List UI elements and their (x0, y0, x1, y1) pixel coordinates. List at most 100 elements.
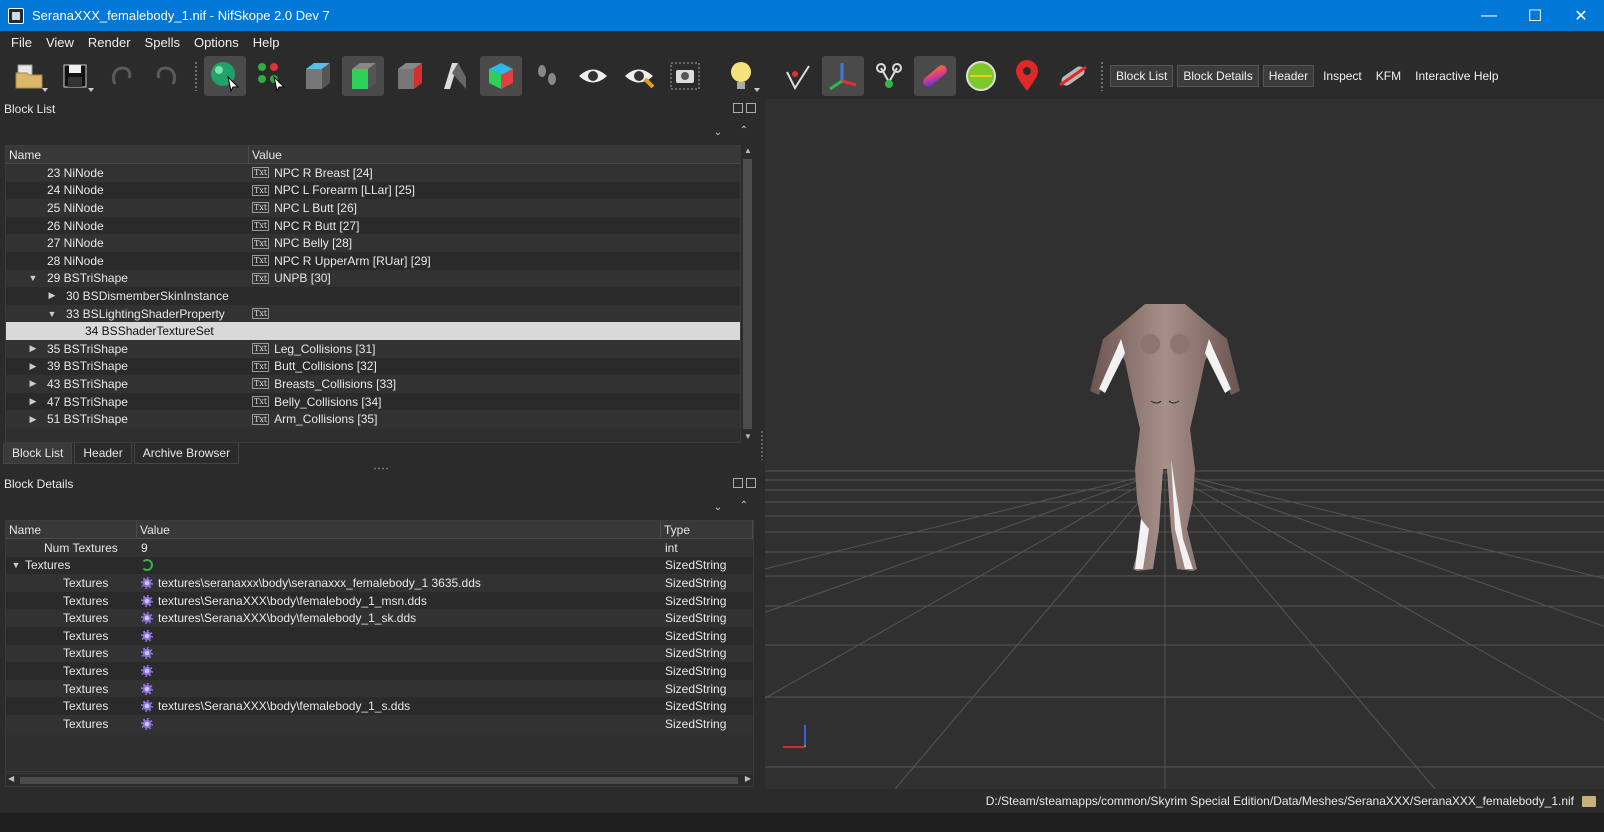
block-list-close-icon[interactable] (746, 103, 756, 113)
collapsed-arrow-icon[interactable]: ▶ (28, 343, 38, 354)
detail-row[interactable]: Textures textures\SeranaXXX\body\femalebo… (6, 591, 753, 610)
collapsed-arrow-icon[interactable]: ▶ (28, 361, 38, 372)
toggle-block-details-button[interactable]: Block Details (1177, 65, 1259, 87)
close-button[interactable]: ✕ (1558, 0, 1604, 31)
texture-gear-icon[interactable] (141, 647, 153, 660)
details-column-name[interactable]: Name (6, 521, 137, 538)
view-user-button[interactable] (434, 56, 476, 96)
texture-gear-icon[interactable] (141, 682, 153, 695)
refresh-icon[interactable] (141, 559, 153, 572)
render-viewport[interactable] (765, 99, 1604, 789)
block-row[interactable]: ▶ 30 BSDismemberSkinInstance (6, 287, 753, 305)
texture-gear-icon[interactable] (141, 700, 153, 713)
collapse-all-icon[interactable]: ⌃ (738, 125, 750, 137)
toggle-block-list-button[interactable]: Block List (1110, 65, 1174, 87)
tab-archive-browser[interactable]: Archive Browser (133, 443, 240, 464)
details-expand-all-icon[interactable]: ⌄ (712, 502, 724, 514)
detail-value[interactable]: textures\SeranaXXX\body\femalebody_1_msn… (158, 594, 427, 608)
detail-row[interactable]: Num Textures 9 int (6, 539, 753, 557)
maximize-button[interactable]: ☐ (1512, 0, 1558, 31)
block-list-scrollbar[interactable]: ▲ ▼ (740, 145, 754, 443)
menu-view[interactable]: View (39, 35, 81, 50)
detail-row[interactable]: Textures SizedString (6, 714, 753, 733)
detail-row[interactable]: Textures textures\seranaxxx\body\seranaxx… (6, 574, 753, 592)
tab-block-list[interactable]: Block List (3, 443, 73, 464)
open-file-button[interactable] (8, 56, 50, 96)
walk-mode-button[interactable] (526, 56, 568, 96)
scroll-thumb[interactable] (743, 159, 752, 429)
details-column-type[interactable]: Type (661, 521, 753, 538)
toolbar-grip-2[interactable] (1100, 61, 1104, 91)
detail-row[interactable]: Textures SizedString (6, 679, 753, 698)
redo-button[interactable] (146, 56, 188, 96)
detail-row[interactable]: Textures SizedString (6, 644, 753, 663)
details-hscrollbar[interactable]: ◀ ▶ (5, 773, 754, 787)
show-hidden-button[interactable] (572, 56, 614, 96)
undo-button[interactable] (100, 56, 142, 96)
column-name[interactable]: Name (6, 146, 249, 163)
minimize-button[interactable]: — (1466, 0, 1512, 31)
detail-value[interactable]: 9 (141, 541, 148, 555)
expand-all-icon[interactable]: ⌄ (712, 127, 724, 139)
block-row[interactable]: ▶ 39 BSTriShape Txt Butt_Collisions [32] (6, 357, 753, 376)
collapsed-arrow-icon[interactable]: ▶ (47, 290, 57, 301)
detail-value[interactable]: textures\SeranaXXX\body\femalebody_1_sk.… (158, 611, 416, 625)
block-row[interactable]: 25 NiNode Txt NPC L Butt [26] (6, 199, 753, 217)
toggle-header-button[interactable]: Header (1262, 65, 1315, 87)
block-row[interactable]: 27 NiNode Txt NPC Belly [28] (6, 234, 753, 252)
dock-splitter[interactable] (760, 430, 764, 460)
view-top-button[interactable] (296, 56, 338, 96)
show-marked-button[interactable] (618, 56, 660, 96)
texture-gear-icon[interactable] (141, 612, 153, 625)
texture-gear-icon[interactable] (141, 629, 153, 642)
detail-value[interactable]: textures\SeranaXXX\body\femalebody_1_s.d… (158, 699, 410, 713)
details-column-value[interactable]: Value (137, 521, 661, 538)
menu-help[interactable]: Help (246, 35, 287, 50)
show-constraints-button[interactable] (776, 56, 818, 96)
menu-render[interactable]: Render (81, 35, 138, 50)
toggle-inspect-button[interactable]: Inspect (1318, 66, 1367, 86)
menu-file[interactable]: File (4, 35, 39, 50)
details-collapse-all-icon[interactable]: ⌃ (738, 500, 750, 512)
toolbar-grip[interactable] (194, 61, 198, 91)
lighting-button[interactable] (720, 56, 762, 96)
expanded-arrow-icon[interactable]: ▼ (11, 560, 21, 570)
show-markers-button[interactable] (1006, 56, 1048, 96)
block-details-close-icon[interactable] (746, 478, 756, 488)
block-row[interactable]: ▶ 35 BSTriShape Txt Leg_Collisions [31] (6, 339, 753, 358)
interactive-help-button[interactable]: Interactive Help (1410, 66, 1503, 86)
dock-resize-handle[interactable] (373, 467, 389, 470)
detail-row[interactable]: Textures SizedString (6, 626, 753, 645)
collapsed-arrow-icon[interactable]: ▶ (28, 378, 38, 389)
block-row[interactable]: 24 NiNode Txt NPC L Forearm [LLar] [25] (6, 181, 753, 200)
block-details-tree[interactable]: Name Value Type Num Textures 9 int ▼ Texture… (5, 520, 754, 772)
collapsed-arrow-icon[interactable]: ▶ (28, 414, 38, 425)
block-row[interactable]: ▼ 29 BSTriShape Txt UNPB [30] (6, 269, 753, 288)
scroll-up-icon[interactable]: ▲ (741, 145, 755, 157)
toggle-kfm-button[interactable]: KFM (1371, 66, 1406, 86)
texture-gear-icon[interactable] (141, 664, 153, 677)
view-front-button[interactable] (342, 56, 384, 96)
screenshot-button[interactable] (664, 56, 706, 96)
block-row[interactable]: 34 BSShaderTextureSet (6, 322, 753, 340)
detail-row[interactable]: Textures SizedString (6, 662, 753, 680)
block-row[interactable]: 26 NiNode Txt NPC R Butt [27] (6, 216, 753, 235)
view-walk-button[interactable] (480, 56, 522, 96)
scroll-right-icon[interactable]: ▶ (745, 774, 751, 783)
view-side-button[interactable] (388, 56, 430, 96)
block-row[interactable]: 23 NiNode Txt NPC R Breast [24] (6, 164, 753, 182)
show-nodes-button[interactable] (868, 56, 910, 96)
detail-row[interactable]: Textures textures\SeranaXXX\body\femalebo… (6, 609, 753, 627)
block-details-float-icon[interactable] (733, 478, 743, 488)
column-value[interactable]: Value (249, 146, 741, 163)
scroll-left-icon[interactable]: ◀ (8, 774, 14, 783)
block-row[interactable]: ▶ 47 BSTriShape Txt Belly_Collisions [34] (6, 392, 753, 411)
texture-gear-icon[interactable] (141, 717, 153, 730)
scroll-down-icon[interactable]: ▼ (741, 431, 755, 443)
texture-gear-icon[interactable] (141, 576, 153, 589)
disable-shading-button[interactable] (1052, 56, 1094, 96)
block-row[interactable]: 28 NiNode Txt NPC R UpperArm [RUar] [29] (6, 251, 753, 270)
collapsed-arrow-icon[interactable]: ▶ (28, 396, 38, 407)
select-object-button[interactable] (204, 56, 246, 96)
block-row[interactable]: ▶ 51 BSTriShape Txt Arm_Collisions [35] (6, 410, 753, 428)
